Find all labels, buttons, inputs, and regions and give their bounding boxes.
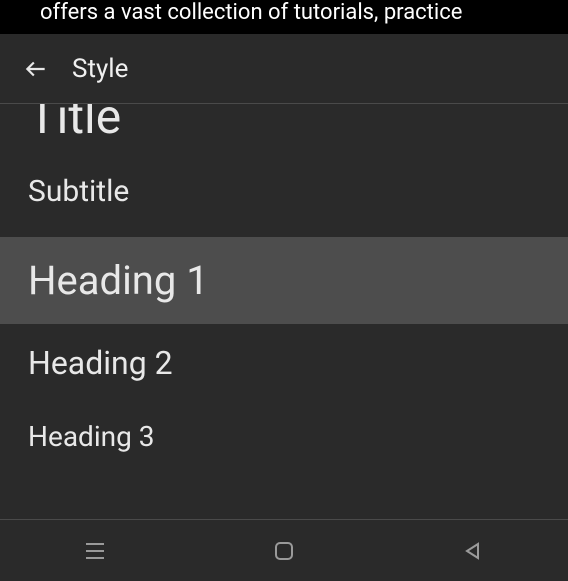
nav-recent-icon[interactable]	[55, 527, 135, 575]
document-content-preview: offers a vast collection of tutorials, p…	[0, 0, 568, 34]
nav-home-icon[interactable]	[244, 527, 324, 575]
nav-back-icon[interactable]	[433, 527, 513, 575]
style-option-subtitle[interactable]: Subtitle	[0, 146, 568, 237]
style-option-heading1[interactable]: Heading 1	[0, 237, 568, 324]
style-option-title[interactable]: Title	[0, 104, 568, 146]
system-navbar	[0, 519, 568, 581]
style-options-list[interactable]: Title Subtitle Heading 1 Heading 2 Headi…	[0, 104, 568, 519]
header-title: Style	[72, 54, 128, 84]
back-arrow-icon[interactable]	[12, 45, 60, 93]
style-header: Style	[0, 34, 568, 104]
style-option-heading3[interactable]: Heading 3	[0, 402, 568, 471]
style-option-heading2[interactable]: Heading 2	[0, 324, 568, 402]
